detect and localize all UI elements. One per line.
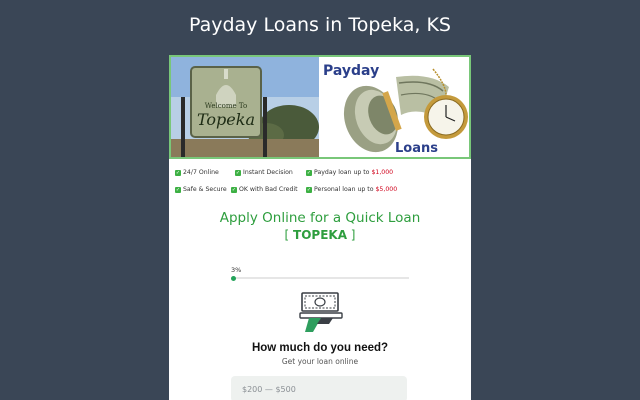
feature-amount: $1,000 [371,169,394,176]
feature-label: Instant Decision [243,169,293,176]
cash-hand-icon [299,292,343,332]
check-icon: ✓ [306,169,312,176]
brand-text-loans: Loans [395,141,438,156]
check-icon: ✓ [175,186,181,193]
banner-image: Welcome To Topeka Payday Loans [169,55,471,159]
check-icon: ✓ [306,186,312,193]
page-title: Payday Loans in Topeka, KS [188,14,451,36]
feature-amount: $5,000 [375,186,398,193]
progress-label: 3% [231,266,242,274]
apply-heading: Apply Online for a Quick Loan [219,210,421,226]
brand-text-payday: Payday [323,63,379,79]
city-name: TOPEKA [293,228,347,242]
features-row: ✓ Safe & Secure ✓ OK with Bad Credit ✓ P… [175,186,467,203]
amount-question: How much do you need? [251,342,389,354]
feature-label: 24/7 Online [183,169,219,176]
feature-label: OK with Bad Credit [239,186,298,193]
progress-fill [231,275,237,281]
feature-item: ✓ Personal loan up to $5,000 [306,186,397,193]
progress-bar [231,275,409,281]
feature-label: Safe & Secure [183,186,227,193]
feature-label: Personal loan up to [314,186,374,193]
check-icon: ✓ [235,169,241,176]
feature-item: ✓ OK with Bad Credit [231,186,298,193]
features-row: ✓ 24/7 Online ✓ Instant Decision ✓ Payda… [175,169,467,186]
sign-text-welcome: Welcome To [205,102,248,110]
city-bracket-close: ] [346,228,356,242]
feature-label: Payday loan up to [314,169,370,176]
features-list: ✓ 24/7 Online ✓ Instant Decision ✓ Payda… [175,169,467,203]
amount-option-button[interactable]: $200 — $500 [231,376,407,400]
amount-subtitle: Get your loan online [281,357,359,366]
feature-item: ✓ Instant Decision [235,169,293,176]
sign-text-city: Topeka [197,110,255,129]
check-icon: ✓ [175,169,181,176]
city-bracket-open: [ [284,228,294,242]
city-line: [ TOPEKA ] [169,228,471,242]
feature-item: ✓ Payday loan up to $1,000 [306,169,393,176]
check-icon: ✓ [231,186,237,193]
feature-item: ✓ 24/7 Online [175,169,219,176]
loan-card: Welcome To Topeka Payday Loans ✓ 24/7 On… [169,55,471,400]
feature-item: ✓ Safe & Secure [175,186,227,193]
